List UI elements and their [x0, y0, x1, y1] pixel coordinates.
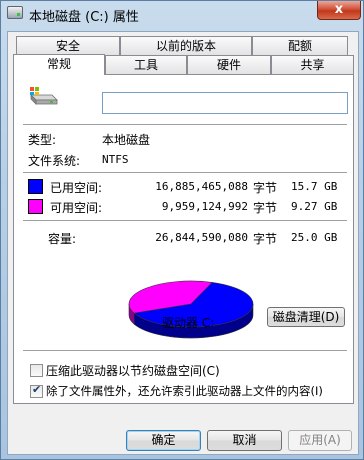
- tab-general[interactable]: 常规: [13, 54, 105, 75]
- filesystem-label: 文件系统:: [28, 154, 81, 168]
- window-title: 本地磁盘 (C:) 属性: [29, 10, 139, 25]
- free-space-swatch: [28, 199, 43, 214]
- ok-button[interactable]: 确定: [126, 430, 201, 451]
- compress-drive-checkbox[interactable]: [30, 364, 43, 377]
- tab-quota[interactable]: 配额: [252, 36, 348, 55]
- close-button[interactable]: x: [317, 1, 361, 20]
- type-label: 类型:: [28, 133, 57, 147]
- capacity-unit: 字节: [253, 232, 278, 246]
- compress-drive-label: 压缩此驱动器以节约磁盘空间(C): [46, 364, 220, 378]
- cancel-button[interactable]: 取消: [207, 430, 282, 451]
- index-content-checkbox[interactable]: [30, 383, 43, 398]
- free-space-size: 9.27 GB: [291, 200, 338, 213]
- used-space-label: 已用空间:: [50, 181, 103, 195]
- used-space-bytes: 16,885,465,088: [155, 180, 248, 193]
- type-value: 本地磁盘: [102, 133, 151, 147]
- dialog-body: 安全 以前的版本 配额 常规 工具 硬件 共享 类型: 本地磁盘 文件系统: N…: [7, 31, 359, 455]
- drive-letter-label: 驱动器 C:: [162, 316, 215, 330]
- divider: [23, 172, 347, 173]
- free-space-label: 可用空间:: [50, 201, 103, 215]
- free-space-bytes: 9,959,124,992: [161, 200, 248, 213]
- drive-name-input[interactable]: [102, 92, 348, 114]
- disk-cleanup-button[interactable]: 磁盘清理(D): [267, 307, 345, 327]
- capacity-bytes: 26,844,590,080: [155, 231, 248, 244]
- used-space-unit: 字节: [253, 181, 278, 195]
- used-space-size: 15.7 GB: [291, 180, 338, 193]
- tab-sharing[interactable]: 共享: [271, 55, 354, 74]
- filesystem-value: NTFS: [102, 153, 129, 166]
- tab-security[interactable]: 安全: [16, 36, 120, 55]
- capacity-size: 25.0 GB: [291, 231, 338, 244]
- capacity-label: 容量:: [48, 232, 77, 246]
- title-bar[interactable]: 本地磁盘 (C:) 属性 x: [1, 1, 364, 27]
- tab-previous-versions[interactable]: 以前的版本: [120, 36, 252, 55]
- apply-button[interactable]: 应用(A): [288, 430, 352, 451]
- divider: [23, 124, 347, 125]
- drive-icon: [7, 6, 23, 19]
- tab-hardware[interactable]: 硬件: [187, 55, 271, 74]
- hard-drive-icon: [30, 87, 58, 105]
- used-space-swatch: [28, 179, 43, 194]
- divider: [23, 220, 347, 221]
- free-space-unit: 字节: [253, 201, 278, 215]
- tab-tools[interactable]: 工具: [105, 55, 187, 74]
- index-content-label: 除了文件属性外，还允许索引此驱动器上文件的内容(I): [46, 384, 323, 398]
- properties-window: 本地磁盘 (C:) 属性 x 安全 以前的版本 配额 常规 工具 硬件 共享 类…: [0, 0, 364, 460]
- divider: [23, 350, 347, 351]
